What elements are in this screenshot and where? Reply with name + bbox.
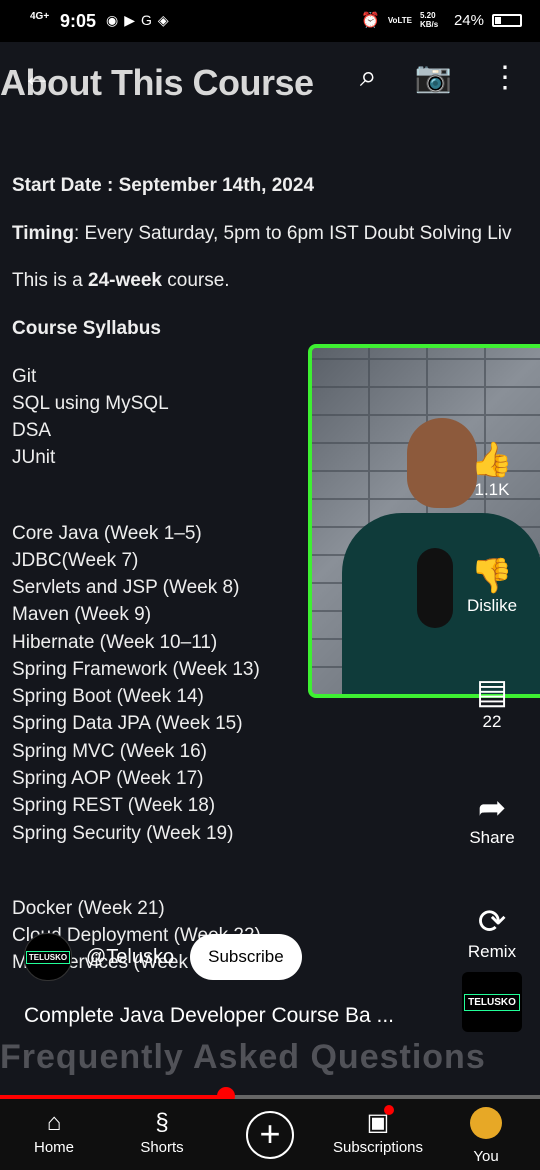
search-icon[interactable]: ⌕: [360, 60, 377, 95]
share-arrow-icon: ➦: [477, 789, 507, 827]
like-count: 1.1K: [474, 480, 510, 499]
app-icon: ◈: [157, 12, 175, 28]
more-options-icon[interactable]: ⋮: [490, 60, 520, 95]
course-weeks: 24-week: [88, 270, 162, 291]
faded-heading: Frequently Asked Questions: [0, 1038, 486, 1076]
start-date: Start Date : September 14th, 2024: [12, 175, 315, 196]
network-speed: 5.20 KB/s: [419, 11, 439, 29]
like-button[interactable]: 👍 1.1K: [460, 440, 524, 500]
home-icon: ⌂: [46, 1109, 62, 1136]
bottom-nav: ⌂ Home § Shorts + ▣ Subscriptions You: [0, 1099, 540, 1170]
syllabus-item: Spring AOP (Week 17): [12, 768, 204, 789]
volte-label: VoLTE: [387, 15, 412, 25]
syllabus-item: SQL using MySQL: [12, 393, 169, 414]
alarm-icon: ⏰: [361, 12, 380, 29]
thumbs-down-icon: 👎: [470, 557, 514, 595]
nav-subscriptions[interactable]: ▣ Subscriptions: [328, 1107, 428, 1156]
sound-thumbnail[interactable]: TELUSKO: [462, 972, 522, 1032]
status-right: ⏰ VoLTE 5.20 KB/s 24%: [361, 11, 522, 29]
syllabus-item: Spring REST (Week 18): [12, 795, 216, 816]
top-actions: ⌕ 📷 ⋮: [360, 60, 520, 95]
syllabus-item: Spring MVC (Week 16): [12, 741, 207, 762]
syllabus-item: Docker (Week 21): [12, 898, 165, 919]
battery-percent: 24%: [453, 11, 484, 29]
comment-icon: ▤: [475, 673, 509, 711]
subscriptions-icon: ▣: [366, 1109, 390, 1136]
syllabus-item: JDBC(Week 7): [12, 550, 139, 571]
share-button[interactable]: ➦ Share: [460, 788, 524, 848]
remix-icon: ⟳: [477, 903, 507, 941]
shorts-icon: §: [155, 1109, 169, 1136]
avatar: [470, 1107, 502, 1139]
share-label: Share: [469, 828, 515, 847]
nav-you-label: You: [473, 1148, 499, 1165]
course-pre: This is a: [12, 270, 89, 291]
syllabus-item: Spring Data JPA (Week 15): [12, 713, 243, 734]
status-time: 9:05: [60, 11, 97, 31]
nav-home-label: Home: [33, 1139, 74, 1156]
network-indicator: 4G+: [30, 11, 50, 22]
nav-home[interactable]: ⌂ Home: [4, 1107, 104, 1156]
syllabus-heading: Course Syllabus: [12, 318, 161, 339]
course-length: This is a 24-week course.: [12, 270, 230, 292]
back-arrow-icon[interactable]: ←: [22, 60, 52, 94]
syllabus-item: Git: [12, 366, 37, 387]
google-icon: G: [141, 12, 158, 28]
syllabus-item: JUnit: [12, 447, 56, 468]
camera-icon[interactable]: 📷: [415, 60, 452, 95]
create-plus-icon[interactable]: +: [246, 1111, 294, 1159]
syllabus-item: Spring Boot (Week 14): [12, 686, 204, 707]
timing-text: : Every Saturday, 5pm to 6pm IST Doubt S…: [73, 223, 512, 244]
channel-row: TELUSKO @Telusko Subscribe: [24, 933, 302, 981]
syllabus-item: Maven (Week 9): [12, 604, 152, 625]
syllabus-item: Spring Framework (Week 13): [12, 659, 260, 680]
presenter-webcam: [308, 344, 540, 698]
dislike-label: Dislike: [466, 596, 518, 615]
subscribe-button[interactable]: Subscribe: [190, 934, 302, 980]
channel-handle[interactable]: @Telusko: [86, 946, 174, 969]
syllabus-item: DSA: [12, 420, 52, 441]
syllabus-item: Core Java (Week 1–5): [12, 523, 202, 544]
sound-logo-text: TELUSKO: [464, 993, 520, 1011]
channel-avatar[interactable]: TELUSKO: [24, 933, 72, 981]
comments-button[interactable]: ▤ 22: [460, 672, 524, 732]
notification-icons: ◉▶G◈: [106, 12, 175, 29]
timing-label: Timing: [12, 223, 74, 244]
nav-shorts[interactable]: § Shorts: [112, 1107, 212, 1156]
nav-you[interactable]: You: [436, 1107, 536, 1165]
channel-logo-text: TELUSKO: [25, 950, 71, 964]
status-bar: 4G+ 9:05 ◉▶G◈ ⏰ VoLTE 5.20 KB/s 24%: [0, 0, 540, 42]
nav-subscriptions-label: Subscriptions: [332, 1139, 424, 1156]
dislike-button[interactable]: 👎 Dislike: [460, 556, 524, 616]
syllabus-item: Servlets and JSP (Week 8): [12, 577, 240, 598]
battery-icon: [492, 13, 522, 27]
youtube-icon: ▶: [124, 12, 141, 28]
course-post: course.: [161, 270, 230, 291]
remix-label: Remix: [467, 942, 517, 961]
syllabus-item: Hibernate (Week 10–11): [12, 632, 218, 653]
timing-line: Timing: Every Saturday, 5pm to 6pm IST D…: [12, 223, 512, 245]
syllabus-item: Spring Security (Week 19): [12, 823, 234, 844]
screen-record-icon: ◉: [106, 12, 125, 28]
nav-shorts-label: Shorts: [140, 1139, 184, 1156]
remix-button[interactable]: ⟳ Remix: [460, 902, 524, 962]
comment-count: 22: [482, 712, 502, 731]
thumbs-up-icon: 👍: [470, 441, 514, 479]
short-title[interactable]: Complete Java Developer Course Ba ...: [24, 1004, 394, 1028]
new-content-badge: [384, 1105, 394, 1115]
